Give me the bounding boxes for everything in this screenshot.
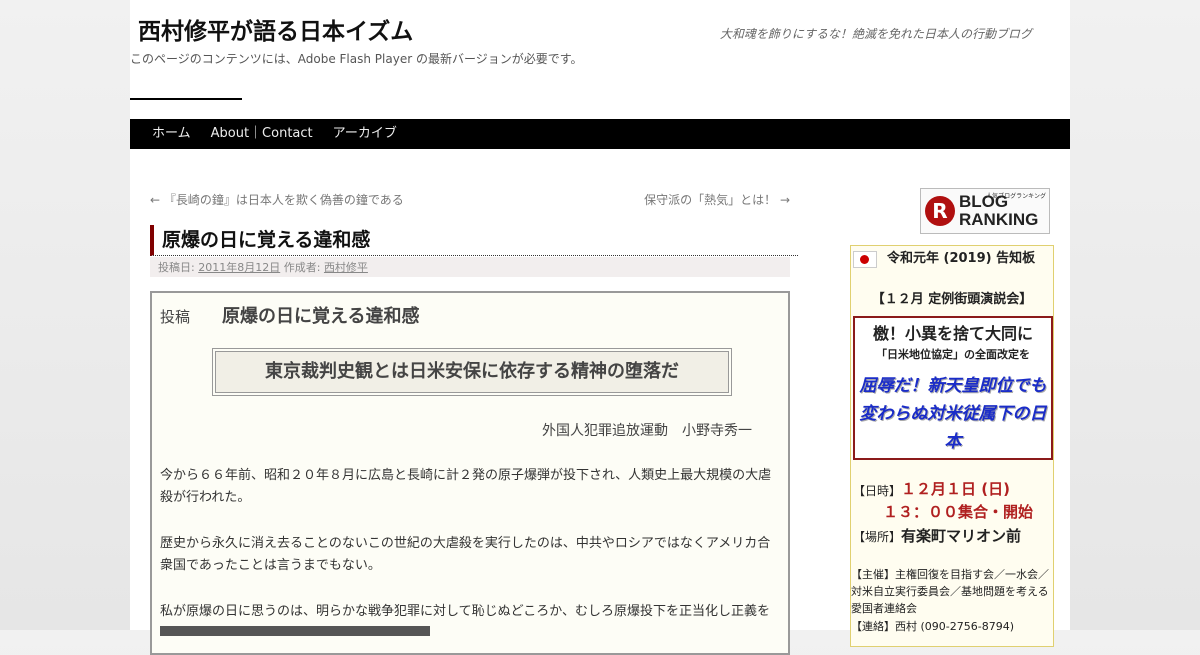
menu-item-about-contact[interactable]: About｜Contact (201, 119, 323, 149)
ranking-logo-icon: R (925, 196, 955, 226)
post-label: 投稿 (160, 308, 191, 326)
menu-item-home[interactable]: ホーム (130, 119, 201, 149)
event-contact: 【連絡】西村 (090-2756-8794) (851, 620, 1015, 633)
site-description: 大和魂を飾りにするな！絶滅を免れた日本人の行動ブログ (719, 27, 1032, 41)
meta-posted-label: 投稿日: (158, 261, 195, 274)
meta-author-label: 作成者: (283, 261, 321, 274)
paragraph: 私が原爆の日に思うのは、明らかな戦争犯罪に対して恥じぬどころか、むしろ原爆投下を… (160, 604, 770, 619)
quote-text: 東京裁判史観とは日米安保に依存する精神の堕落だ (215, 351, 729, 393)
menu-item-archive[interactable]: アーカイブ (323, 119, 407, 149)
event-hosts: 【主催】主権回復を目指す会／一水会／対米自立実行委員会／基地問題を考える愛国者連… (851, 568, 1049, 615)
blog-ranking-banner[interactable]: R BLOG RANKING 人気ブログランキング (920, 188, 1050, 234)
article-author: 外国人犯罪追放運動 小野寺秀一 (542, 423, 752, 439)
main-menu: ホーム About｜Contact アーカイブ (130, 119, 1070, 149)
post-content-box: 投稿 原爆の日に覚える違和感 東京裁判史観とは日米安保に依存する精神の堕落だ 外… (150, 291, 790, 655)
header-divider (130, 98, 242, 100)
notice-board: 令和元年 (2019) 告知板 【１２月 定例街頭演説会】 檄！小異を捨て大同に… (850, 245, 1054, 647)
page-wrapper: 西村修平が語る日本イズム 大和魂を飾りにするな！絶滅を免れた日本人の行動ブログ … (130, 0, 1070, 655)
next-post-link[interactable]: 保守派の「熱気」とは！ → (644, 191, 790, 208)
place-label: 【場所】 (853, 530, 902, 544)
entry-title: 原爆の日に覚える違和感 (150, 225, 798, 256)
entry-meta: 投稿日: 2011年8月12日 作成者: 西村修平 (150, 257, 790, 277)
event-place: 有楽町マリオン前 (901, 527, 1022, 545)
event-time: １３：００集合・開始 (883, 503, 1034, 521)
post-image (160, 626, 430, 636)
date-label: 【日時】 (853, 484, 902, 498)
event-title: 【１２月 定例街頭演説会】 (871, 292, 1033, 307)
paragraph: 今から６６年前、昭和２０年８月に広島と長崎に計２発の原子爆弾が投下され、人類史上… (160, 468, 772, 505)
event-date: １２月１日 (日) (901, 480, 1010, 498)
post-heading: 原爆の日に覚える違和感 (222, 306, 420, 327)
japan-flag-icon (853, 251, 877, 268)
flag-circle (860, 255, 869, 264)
notice-title: 令和元年 (2019) 告知板 (887, 251, 1036, 266)
meta-date-link[interactable]: 2011年8月12日 (198, 261, 280, 274)
slogan-headline: 檄！小異を捨て大同に (872, 324, 1033, 343)
flash-player-notice: このページのコンテンツには、Adobe Flash Player の最新バージョ… (130, 52, 583, 66)
quote-box: 東京裁判史観とは日米安保に依存する精神の堕落だ (212, 348, 732, 396)
slogan-main: 屈辱だ！新天皇即位でも変わらぬ対米従属下の日本 (859, 376, 1047, 452)
paragraph: 歴史から永久に消え去ることのないこの世紀の大虐殺を実行したのは、中共やロシアでは… (160, 536, 771, 573)
slogan-box: 檄！小異を捨て大同に 「日米地位協定」の全面改定を 屈辱だ！新天皇即位でも変わら… (853, 316, 1053, 460)
previous-post-link[interactable]: ← 『長崎の鐘』は日本人を欺く偽善の鐘である (150, 191, 404, 208)
banner-sub-text: 人気ブログランキング (986, 193, 1046, 200)
meta-author-link[interactable]: 西村修平 (324, 261, 368, 274)
site-title[interactable]: 西村修平が語る日本イズム (138, 12, 413, 46)
slogan-subline: 「日米地位協定」の全面改定を (876, 348, 1030, 361)
